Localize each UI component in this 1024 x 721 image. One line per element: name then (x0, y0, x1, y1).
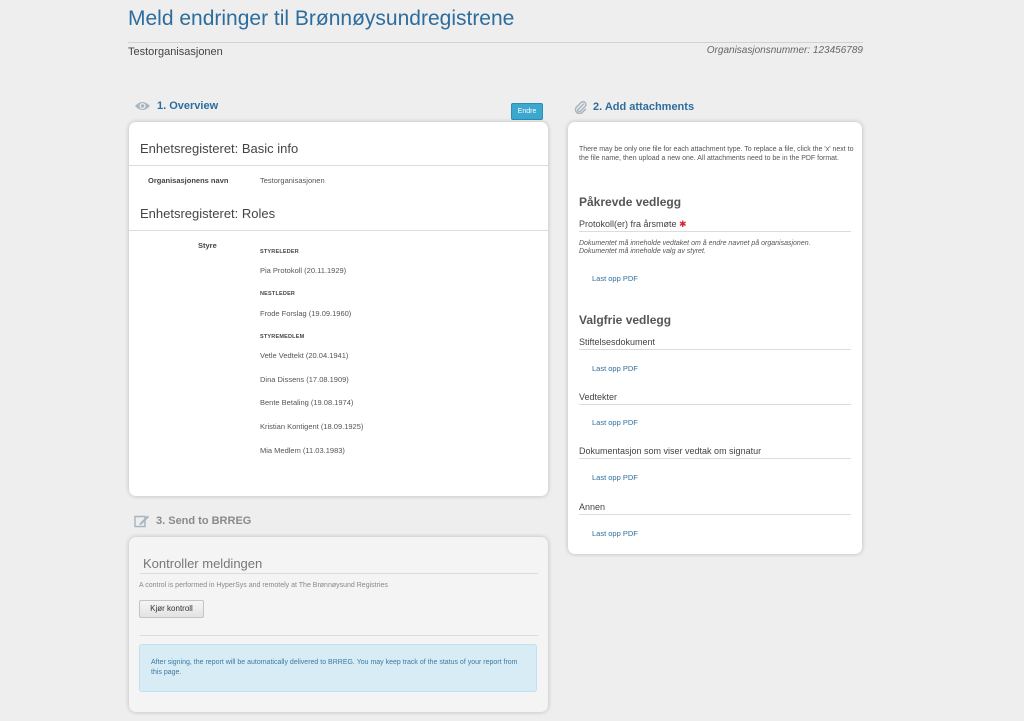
role-person: Pia Protokoll (20.11.1929) (260, 266, 347, 275)
send-section-heading: 3. Send to BRREG (134, 514, 251, 528)
org-name-value: Testorganisasjonen (260, 176, 325, 185)
attachments-intro: There may be only one file for each atta… (579, 146, 854, 162)
attachments-section-heading: 2. Add attachments (574, 100, 694, 114)
check-divider-bottom (140, 635, 538, 636)
delivery-info-box: After signing, the report will be automa… (139, 644, 537, 692)
required-attachment-note: Dokumentet må inneholde vedtaket om å en… (579, 240, 811, 255)
role-category: NESTLEDER (260, 291, 296, 297)
roles-divider (129, 230, 548, 231)
attachment-divider (579, 349, 851, 350)
page-title: Meld endringer til Brønnøysundregistrene (128, 7, 515, 30)
attachment-divider (579, 231, 851, 232)
required-attachments-heading: Påkrevde vedlegg (579, 195, 682, 209)
upload-pdf-link[interactable]: Last opp PDF (592, 473, 638, 482)
role-person: Frode Forslag (19.09.1960) (260, 309, 352, 318)
attachment-divider (579, 514, 851, 515)
upload-pdf-link[interactable]: Last opp PDF (592, 364, 638, 373)
run-check-button[interactable]: Kjør kontroll (139, 600, 204, 618)
role-person: Bente Betaling (19.08.1974) (260, 398, 354, 407)
edit-icon (134, 514, 150, 528)
send-heading-label: 3. Send to BRREG (156, 515, 252, 527)
attachments-heading-label: 2. Add attachments (593, 101, 695, 113)
attachment-divider (579, 458, 851, 459)
upload-pdf-link[interactable]: Last opp PDF (592, 274, 638, 283)
organization-name: Testorganisasjonen (128, 46, 223, 58)
optional-attachment-type: Stiftelsesdokument (579, 337, 656, 347)
role-person: Mia Medlem (11.03.1983) (260, 446, 345, 455)
overview-section-heading: 1. Overview (134, 100, 218, 112)
basic-info-heading: Enhetsregisteret: Basic info (140, 141, 299, 156)
role-person: Kristian Kontigent (18.09.1925) (260, 422, 364, 431)
roles-heading: Enhetsregisteret: Roles (140, 206, 276, 221)
upload-pdf-link[interactable]: Last opp PDF (592, 418, 638, 427)
title-divider (128, 42, 863, 43)
required-attachment-label: Protokoll(er) fra årsmøte (579, 219, 677, 229)
role-person: Vetle Vedtekt (20.04.1941) (260, 351, 349, 360)
organization-number: Organisasjonsnummer: 123456789 (706, 45, 863, 56)
attachment-divider (579, 404, 851, 405)
paperclip-icon (574, 100, 587, 114)
required-attachment-type: Protokoll(er) fra årsmøte ✱ (579, 219, 687, 230)
optional-attachments-heading: Valgfrie vedlegg (579, 313, 672, 327)
board-label: Styre (198, 241, 217, 250)
role-person: Dina Dissens (17.08.1909) (260, 375, 349, 384)
optional-attachment-type: Dokumentasjon som viser vedtak om signat… (579, 446, 762, 456)
check-divider (140, 573, 538, 574)
org-name-label: Organisasjonens navn (148, 176, 229, 185)
upload-pdf-link[interactable]: Last opp PDF (592, 529, 638, 538)
check-message-heading: Kontroller meldingen (143, 556, 263, 571)
role-category: STYREMEDLEM (260, 334, 305, 340)
required-asterisk-icon: ✱ (679, 219, 687, 229)
check-description: A control is performed in HyperSys and r… (139, 582, 388, 589)
optional-attachment-type: Annen (579, 502, 606, 512)
overview-heading-label: 1. Overview (157, 100, 219, 112)
role-category: STYRELEDER (260, 249, 299, 255)
optional-attachment-type: Vedtekter (579, 392, 618, 402)
edit-button[interactable]: Endre (511, 103, 543, 120)
eye-icon (134, 100, 151, 112)
basic-info-divider (129, 165, 548, 166)
